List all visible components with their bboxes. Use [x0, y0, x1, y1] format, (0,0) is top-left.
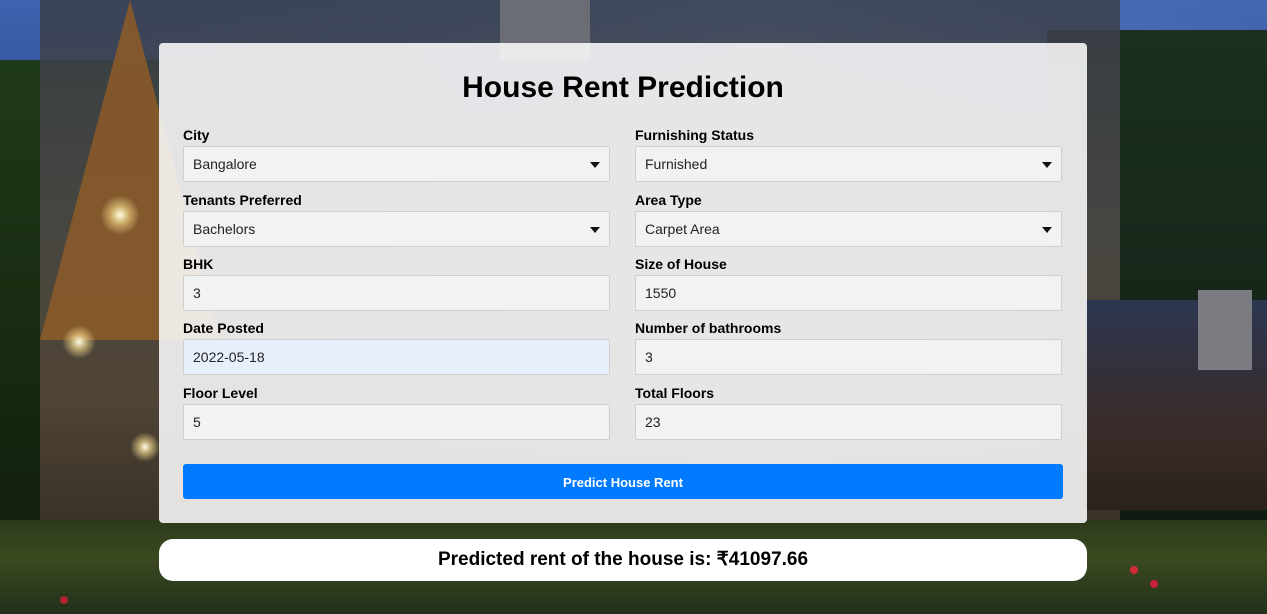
- tenants-preferred-select[interactable]: Bachelors: [183, 211, 610, 247]
- city-select-value: Bangalore: [193, 156, 257, 172]
- area-type-label: Area Type: [635, 192, 702, 208]
- floor-level-label: Floor Level: [183, 385, 258, 401]
- total-floors-input[interactable]: 23: [635, 404, 1062, 440]
- date-posted-input[interactable]: 2022-05-18: [183, 339, 610, 375]
- furnishing-status-select[interactable]: Furnished: [635, 146, 1062, 182]
- date-posted-input-value: 2022-05-18: [193, 349, 265, 365]
- predict-house-rent-button[interactable]: Predict House Rent: [183, 464, 1063, 499]
- background-flower: [1130, 566, 1138, 574]
- furnishing-status-label: Furnishing Status: [635, 127, 754, 143]
- size-of-house-input[interactable]: 1550: [635, 275, 1062, 311]
- page-title: House Rent Prediction: [462, 71, 784, 104]
- prediction-result: Predicted rent of the house is: ₹41097.6…: [159, 539, 1087, 581]
- background-flower: [60, 596, 68, 604]
- date-posted-label: Date Posted: [183, 320, 264, 336]
- area-type-select-value: Carpet Area: [645, 221, 720, 237]
- bhk-label: BHK: [183, 256, 214, 272]
- size-of-house-label: Size of House: [635, 256, 727, 272]
- number-of-bathrooms-input-value: 3: [645, 349, 653, 365]
- bhk-input[interactable]: 3: [183, 275, 610, 311]
- chevron-down-icon: [590, 162, 600, 168]
- chevron-down-icon: [590, 227, 600, 233]
- background-flower: [1150, 580, 1158, 588]
- tenants-preferred-label: Tenants Preferred: [183, 192, 302, 208]
- number-of-bathrooms-label: Number of bathrooms: [635, 320, 782, 336]
- city-label: City: [183, 127, 210, 143]
- city-select[interactable]: Bangalore: [183, 146, 610, 182]
- size-of-house-input-value: 1550: [645, 285, 677, 301]
- background-light: [100, 195, 140, 235]
- total-floors-input-value: 23: [645, 414, 661, 430]
- background-chimney-right: [1198, 290, 1252, 370]
- background-light: [62, 325, 96, 359]
- bhk-input-value: 3: [193, 285, 201, 301]
- area-type-select[interactable]: Carpet Area: [635, 211, 1062, 247]
- tenants-preferred-select-value: Bachelors: [193, 221, 256, 237]
- floor-level-input-value: 5: [193, 414, 201, 430]
- background-light: [130, 432, 160, 462]
- chevron-down-icon: [1042, 162, 1052, 168]
- number-of-bathrooms-input[interactable]: 3: [635, 339, 1062, 375]
- total-floors-label: Total Floors: [635, 385, 715, 401]
- floor-level-input[interactable]: 5: [183, 404, 610, 440]
- chevron-down-icon: [1042, 227, 1052, 233]
- furnishing-status-select-value: Furnished: [645, 156, 708, 172]
